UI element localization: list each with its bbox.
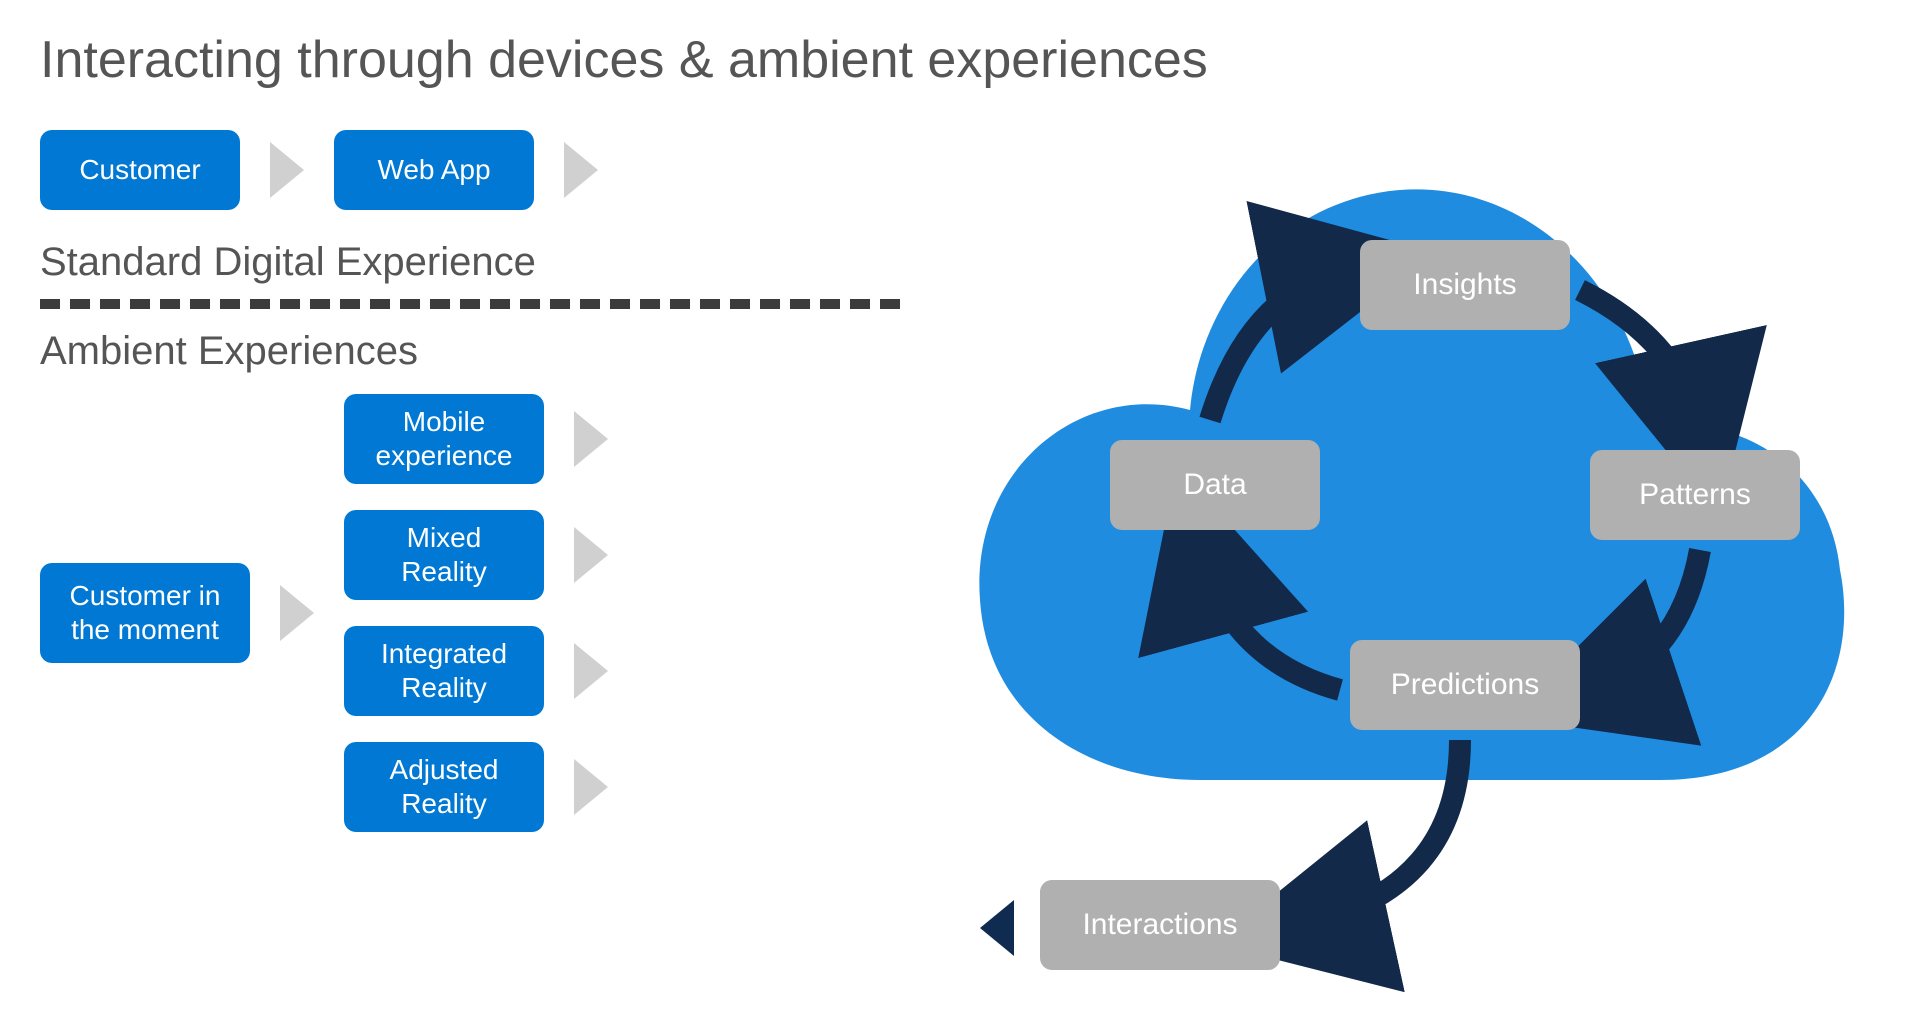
- chevron-left-icon: [980, 900, 1014, 956]
- node-interactions: Interactions: [1040, 880, 1280, 970]
- node-predictions: Predictions: [1350, 640, 1580, 730]
- cloud-column: Insights Patterns Predictions Data Inter…: [880, 130, 1878, 990]
- diagram-content: Customer Web App Standard Digital Experi…: [40, 130, 1878, 990]
- experience-row: Mobile experience: [314, 394, 608, 484]
- experience-row: Mixed Reality: [314, 510, 608, 600]
- chevron-right-icon: [574, 643, 608, 699]
- chevron-right-icon: [574, 411, 608, 467]
- box-mixed-reality: Mixed Reality: [344, 510, 544, 600]
- chevron-right-icon: [564, 142, 598, 198]
- box-customer-in-moment: Customer in the moment: [40, 563, 250, 663]
- experience-row: Integrated Reality: [314, 626, 608, 716]
- experience-stack: Mobile experience Mixed Reality Integrat…: [314, 394, 608, 832]
- cloud-diagram: Insights Patterns Predictions Data Inter…: [880, 130, 1860, 990]
- box-mobile-experience: Mobile experience: [344, 394, 544, 484]
- left-column: Customer Web App Standard Digital Experi…: [40, 130, 840, 990]
- chevron-right-icon: [280, 585, 314, 641]
- box-webapp: Web App: [334, 130, 534, 210]
- chevron-right-icon: [574, 759, 608, 815]
- section-label-standard: Standard Digital Experience: [40, 240, 840, 285]
- box-customer: Customer: [40, 130, 240, 210]
- section-label-ambient: Ambient Experiences: [40, 329, 840, 374]
- dashed-divider: [40, 299, 900, 309]
- node-insights: Insights: [1360, 240, 1570, 330]
- experience-row: Adjusted Reality: [314, 742, 608, 832]
- node-patterns: Patterns: [1590, 450, 1800, 540]
- box-integrated-reality: Integrated Reality: [344, 626, 544, 716]
- chevron-right-icon: [270, 142, 304, 198]
- node-data: Data: [1110, 440, 1320, 530]
- ambient-flow: Customer in the moment Mobile experience…: [40, 394, 840, 832]
- standard-flow-row: Customer Web App: [40, 130, 840, 210]
- page-title: Interacting through devices & ambient ex…: [40, 30, 1878, 90]
- box-adjusted-reality: Adjusted Reality: [344, 742, 544, 832]
- chevron-right-icon: [574, 527, 608, 583]
